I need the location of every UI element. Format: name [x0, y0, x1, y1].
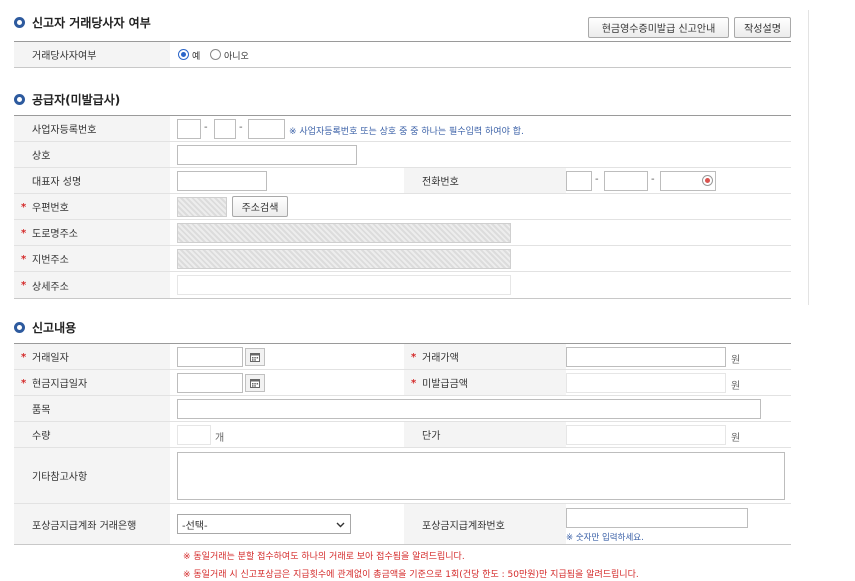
calendar-icon[interactable] [245, 374, 265, 392]
notes-label: 기타참고사항 [14, 448, 170, 503]
cash-pay-date-input[interactable] [177, 373, 243, 393]
phone-dash-2: - [651, 174, 655, 185]
section-bullet-icon [14, 94, 25, 105]
qty-unit: 개 [215, 433, 225, 444]
lot-address-row: 지번주소 [14, 246, 791, 272]
ceo-input[interactable] [177, 171, 267, 191]
trade-date-label: 거래일자 [14, 344, 170, 369]
trade-amount-input[interactable] [566, 347, 726, 367]
party-label: 거래당사자여부 [14, 42, 170, 67]
trade-date-row: 거래일자 거래가액 원 [14, 344, 791, 370]
bizno-dash-2: - [239, 122, 243, 133]
write-guide-button[interactable]: 작성설명 [734, 17, 791, 38]
unit-price-unit: 원 [731, 433, 741, 444]
company-row: 상호 [14, 142, 791, 168]
detail-address-label: 상세주소 [14, 272, 170, 298]
unit-price-label: 단가 [404, 422, 566, 447]
section-bullet-icon [14, 17, 25, 28]
reporter-table: 거래당사자여부 예 아니오 [14, 41, 791, 68]
section-title-reporter: 신고자 거래당사자 여부 [14, 14, 151, 31]
item-label: 품목 [14, 396, 170, 421]
account-hint: ※ 숫자만 입력하세요. [566, 533, 644, 543]
item-row: 품목 [14, 396, 791, 422]
chevron-down-icon [336, 522, 345, 528]
phone-part2-input[interactable] [604, 171, 648, 191]
qty-input[interactable] [177, 425, 211, 445]
party-yes-label[interactable]: 예 [192, 49, 200, 62]
phone-dash-1: - [595, 174, 599, 185]
section-title-supplier: 공급자(미발급사) [14, 91, 120, 108]
lot-address-label: 지번주소 [14, 246, 170, 271]
bizno-hint: ※ 사업자등록번호 또는 상호 중 중 하나는 필수입력 하여야 합. [289, 127, 524, 137]
party-row: 거래당사자여부 예 아니오 [14, 42, 791, 67]
company-input[interactable] [177, 145, 357, 165]
notes-textarea[interactable] [177, 452, 785, 500]
bank-select[interactable]: -선택- [177, 514, 351, 534]
vertical-divider [808, 10, 809, 305]
calendar-icon[interactable] [245, 348, 265, 366]
postal-row: 우편번호 주소검색 [14, 194, 791, 220]
bizno-part1-input[interactable] [177, 119, 201, 139]
bank-label: 포상금지급계좌 거래은행 [14, 504, 170, 544]
qty-label: 수량 [14, 422, 170, 447]
account-input[interactable] [566, 508, 748, 528]
lot-address-input [177, 249, 511, 269]
party-no-label[interactable]: 아니오 [224, 49, 249, 62]
company-label: 상호 [14, 142, 170, 167]
party-no-radio[interactable] [210, 49, 221, 60]
postal-label: 우편번호 [14, 194, 170, 219]
bizno-dash-1: - [204, 122, 208, 133]
trade-amount-label: 거래가액 [404, 344, 566, 369]
bizno-part3-input[interactable] [248, 119, 285, 139]
detail-address-input[interactable] [177, 275, 511, 295]
unissued-amount-unit: 원 [731, 381, 741, 392]
trade-date-input[interactable] [177, 347, 243, 367]
supplier-table: 사업자등록번호 - - ※ 사업자등록번호 또는 상호 중 중 하나는 필수입력… [14, 115, 791, 299]
party-yes-radio[interactable] [178, 49, 189, 60]
section-title-report: 신고내용 [14, 319, 76, 336]
ceo-row: 대표자 성명 전화번호 - - [14, 168, 791, 194]
unissued-amount-input[interactable] [566, 373, 726, 393]
bizno-part2-input[interactable] [214, 119, 236, 139]
account-label: 포상금지급계좌번호 [404, 504, 566, 544]
qty-row: 수량 개 단가 원 [14, 422, 791, 448]
notice-2: ※ 동일거래 시 신고포상금은 지급횟수에 관계없이 총금액을 기준으로 1회(… [183, 570, 639, 580]
notice-1: ※ 동일거래는 분할 접수하여도 하나의 거래로 보아 접수됨을 알려드립니다. [183, 552, 465, 562]
bizno-label: 사업자등록번호 [14, 116, 170, 141]
report-guide-button[interactable]: 현금영수증미발급 신고안내 [588, 17, 729, 38]
record-icon [702, 175, 713, 186]
ceo-label: 대표자 성명 [14, 168, 170, 193]
trade-amount-unit: 원 [731, 355, 741, 366]
bizno-row: 사업자등록번호 - - ※ 사업자등록번호 또는 상호 중 중 하나는 필수입력… [14, 116, 791, 142]
cash-pay-date-label: 현금지급일자 [14, 370, 170, 395]
postal-input [177, 197, 227, 217]
road-address-row: 도로명주소 [14, 220, 791, 246]
bank-row: 포상금지급계좌 거래은행 -선택- 포상금지급계좌번호 ※ 숫자만 입력하세요. [14, 504, 791, 544]
phone-part1-input[interactable] [566, 171, 592, 191]
section-bullet-icon [14, 322, 25, 333]
unit-price-input[interactable] [566, 425, 726, 445]
road-address-label: 도로명주소 [14, 220, 170, 245]
phone-label: 전화번호 [404, 168, 566, 193]
detail-address-row: 상세주소 [14, 272, 791, 298]
address-search-button[interactable]: 주소검색 [232, 196, 288, 217]
notes-row: 기타참고사항 [14, 448, 791, 504]
report-table: 거래일자 거래가액 원 현금지급일자 미발급금액 원 품목 수량 개 단가 원 … [14, 343, 791, 545]
road-address-input [177, 223, 511, 243]
item-input[interactable] [177, 399, 761, 419]
cash-date-row: 현금지급일자 미발급금액 원 [14, 370, 791, 396]
unissued-amount-label: 미발급금액 [404, 370, 566, 395]
